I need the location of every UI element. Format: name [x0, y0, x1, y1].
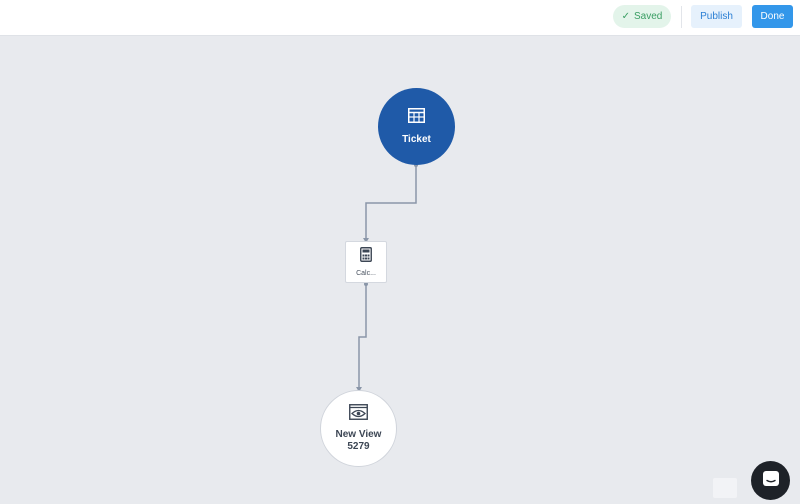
node-calculation-label: Calc... — [356, 270, 376, 277]
eye-icon — [349, 404, 368, 425]
node-new-view[interactable]: New View 5279 — [320, 390, 397, 467]
node-new-view-id: 5279 — [347, 441, 370, 452]
node-ticket-label: Ticket — [402, 134, 431, 145]
flow-edges — [356, 163, 418, 392]
chat-icon — [762, 470, 780, 492]
node-new-view-title: New View — [335, 429, 382, 440]
calculator-icon — [360, 247, 372, 267]
chat-launcher-button[interactable] — [751, 461, 790, 500]
table-icon — [408, 108, 425, 128]
node-new-view-label: New View 5279 — [336, 429, 382, 453]
watermark-logo — [713, 478, 737, 498]
edge-calc-to-view — [358, 283, 367, 388]
edge-ticket-to-calc — [365, 165, 417, 239]
node-calculation[interactable]: Calc... — [345, 241, 387, 283]
node-ticket[interactable]: Ticket — [378, 88, 455, 165]
